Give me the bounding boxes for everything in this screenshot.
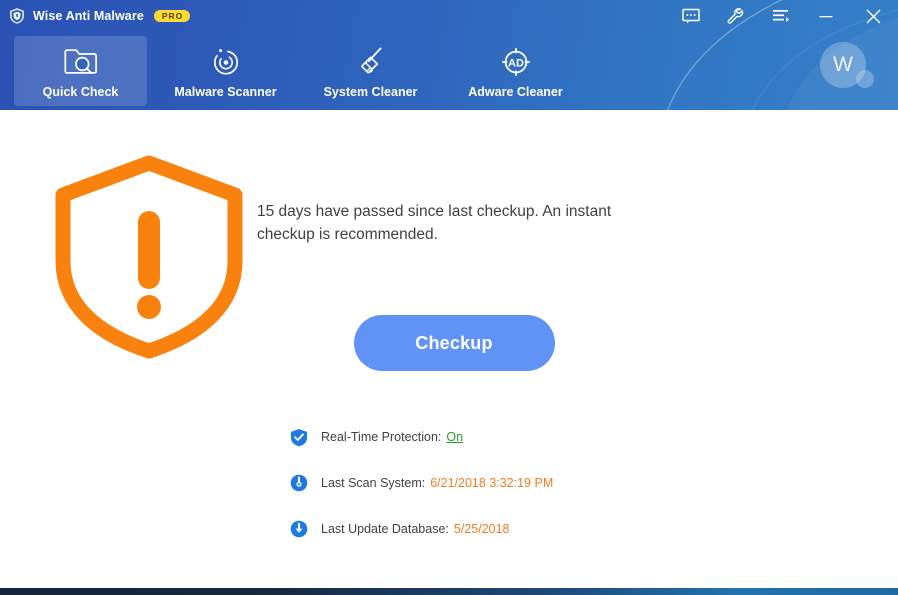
status-label: Last Update Database: [321, 522, 449, 536]
bottom-accent-bar [0, 588, 898, 595]
clock-gauge-icon [289, 473, 309, 493]
menu-list-icon [772, 8, 790, 24]
status-row-last-update: Last Update Database: 5/25/2018 [289, 517, 553, 541]
shield-check-icon [289, 427, 309, 447]
feedback-button[interactable] [668, 0, 713, 32]
last-scan-value: 6/21/2018 3:32:19 PM [430, 476, 553, 490]
radar-scan-icon [209, 44, 243, 78]
app-window: Wise Anti Malware PRO [0, 0, 898, 595]
tools-button[interactable] [713, 0, 758, 32]
avatar-initial: W [820, 42, 866, 88]
ad-target-icon: AD [499, 44, 533, 78]
download-arrow-icon [289, 519, 309, 539]
tab-quick-check[interactable]: Quick Check [14, 36, 147, 106]
svg-text:AD: AD [508, 57, 524, 69]
minimize-button[interactable] [803, 0, 848, 32]
shield-logo-icon [8, 7, 26, 25]
tab-label: Malware Scanner [174, 85, 276, 99]
chat-bubble-icon [682, 8, 700, 24]
account-avatar[interactable]: W [820, 42, 876, 94]
tab-system-cleaner[interactable]: System Cleaner [304, 36, 437, 106]
app-header: Wise Anti Malware PRO [0, 0, 898, 110]
main-navigation: Quick Check Malware Scanner [0, 36, 582, 106]
tab-label: Adware Cleaner [468, 85, 562, 99]
window-controls [668, 0, 898, 32]
tab-adware-cleaner[interactable]: AD Adware Cleaner [449, 36, 582, 106]
menu-button[interactable] [758, 0, 803, 32]
tab-malware-scanner[interactable]: Malware Scanner [159, 36, 292, 106]
checkup-button[interactable]: Checkup [354, 315, 555, 371]
status-list: Real-Time Protection: On Last Scan Syste… [289, 425, 553, 563]
minimize-icon [818, 8, 834, 24]
pro-badge: PRO [154, 10, 190, 23]
close-icon [865, 8, 882, 25]
checkup-button-wrap: Checkup [0, 315, 898, 371]
title-bar: Wise Anti Malware PRO [0, 0, 898, 32]
main-content: 15 days have passed since last checkup. … [0, 110, 898, 588]
broom-icon [354, 44, 388, 78]
folder-search-icon [63, 44, 99, 78]
status-message: 15 days have passed since last checkup. … [257, 200, 657, 247]
tab-label: System Cleaner [324, 85, 418, 99]
status-label: Real-Time Protection: [321, 430, 441, 444]
status-row-last-scan: Last Scan System: 6/21/2018 3:32:19 PM [289, 471, 553, 495]
tab-label: Quick Check [43, 85, 119, 99]
app-title: Wise Anti Malware [33, 9, 144, 23]
close-button[interactable] [848, 0, 898, 32]
status-row-realtime-protection: Real-Time Protection: On [289, 425, 553, 449]
wrench-icon [726, 7, 745, 25]
last-update-value: 5/25/2018 [454, 522, 510, 536]
brand: Wise Anti Malware PRO [8, 0, 190, 32]
status-label: Last Scan System: [321, 476, 425, 490]
realtime-protection-value[interactable]: On [446, 430, 463, 444]
